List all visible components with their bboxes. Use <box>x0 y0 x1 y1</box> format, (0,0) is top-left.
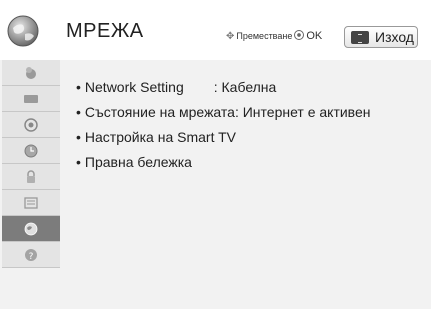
navigation-hint: ✥ Преместване OK <box>226 30 322 42</box>
sidebar-item-picture[interactable] <box>2 60 60 86</box>
menu-item-legal-notice[interactable]: • Правна бележка <box>76 154 192 170</box>
menu-item-label: Настройка на Smart TV <box>84 129 236 145</box>
network-setting-value: : Кабелна <box>213 79 277 95</box>
audio-icon <box>24 118 38 132</box>
menu-item-network-status[interactable]: • Състояние на мрежата: Интернет е активе… <box>76 104 370 120</box>
picture-icon <box>26 67 36 79</box>
category-sidebar: ? <box>0 60 62 309</box>
bullet: • <box>76 79 81 95</box>
bullet: • <box>76 154 81 170</box>
menu-item-label: Правна бележка <box>84 154 192 170</box>
page-title: МРЕЖА <box>66 20 144 42</box>
bullet: • <box>76 129 81 145</box>
sidebar-item-option[interactable] <box>2 190 60 216</box>
option-icon <box>24 197 38 209</box>
menu-header: МРЕЖА ✥ Преместване OK Изход <box>0 0 431 60</box>
sidebar-item-time[interactable] <box>2 138 60 164</box>
screen-icon <box>24 95 38 103</box>
svg-text:?: ? <box>29 252 34 262</box>
network-icon <box>24 222 38 236</box>
ok-hint-label: OK <box>306 30 323 42</box>
network-globe-icon <box>7 15 39 47</box>
sidebar-item-lock[interactable] <box>2 164 60 190</box>
ok-button-icon <box>294 30 305 40</box>
menu-item-smart-tv-setup[interactable]: • Настройка на Smart TV <box>76 129 236 145</box>
support-icon: ? <box>25 249 37 262</box>
exit-button[interactable]: Изход <box>344 26 418 48</box>
sidebar-item-screen[interactable] <box>2 86 60 112</box>
exit-button-label: Изход <box>375 29 414 45</box>
sidebar-item-network[interactable] <box>2 216 60 242</box>
bullet: • <box>76 104 81 120</box>
menu-item-label: Network Setting <box>84 79 184 95</box>
exit-key-icon <box>351 31 369 44</box>
sidebar-item-audio[interactable] <box>2 112 60 138</box>
sidebar-item-support[interactable]: ? <box>2 242 60 268</box>
network-menu-panel: • Network Setting: Кабелна • Състояние на … <box>62 60 431 309</box>
menu-item-label: Състояние на мрежата: Интернет е активен <box>84 104 371 120</box>
move-arrows-icon: ✥ <box>226 31 235 42</box>
time-icon <box>24 144 38 158</box>
lock-icon <box>27 170 35 183</box>
move-hint-label: Преместване <box>236 31 293 41</box>
network-menu-screen: МРЕЖА ✥ Преместване OK Изход ? • Network… <box>0 0 431 309</box>
menu-item-network-setting[interactable]: • Network Setting : Кабелна <box>76 79 276 95</box>
